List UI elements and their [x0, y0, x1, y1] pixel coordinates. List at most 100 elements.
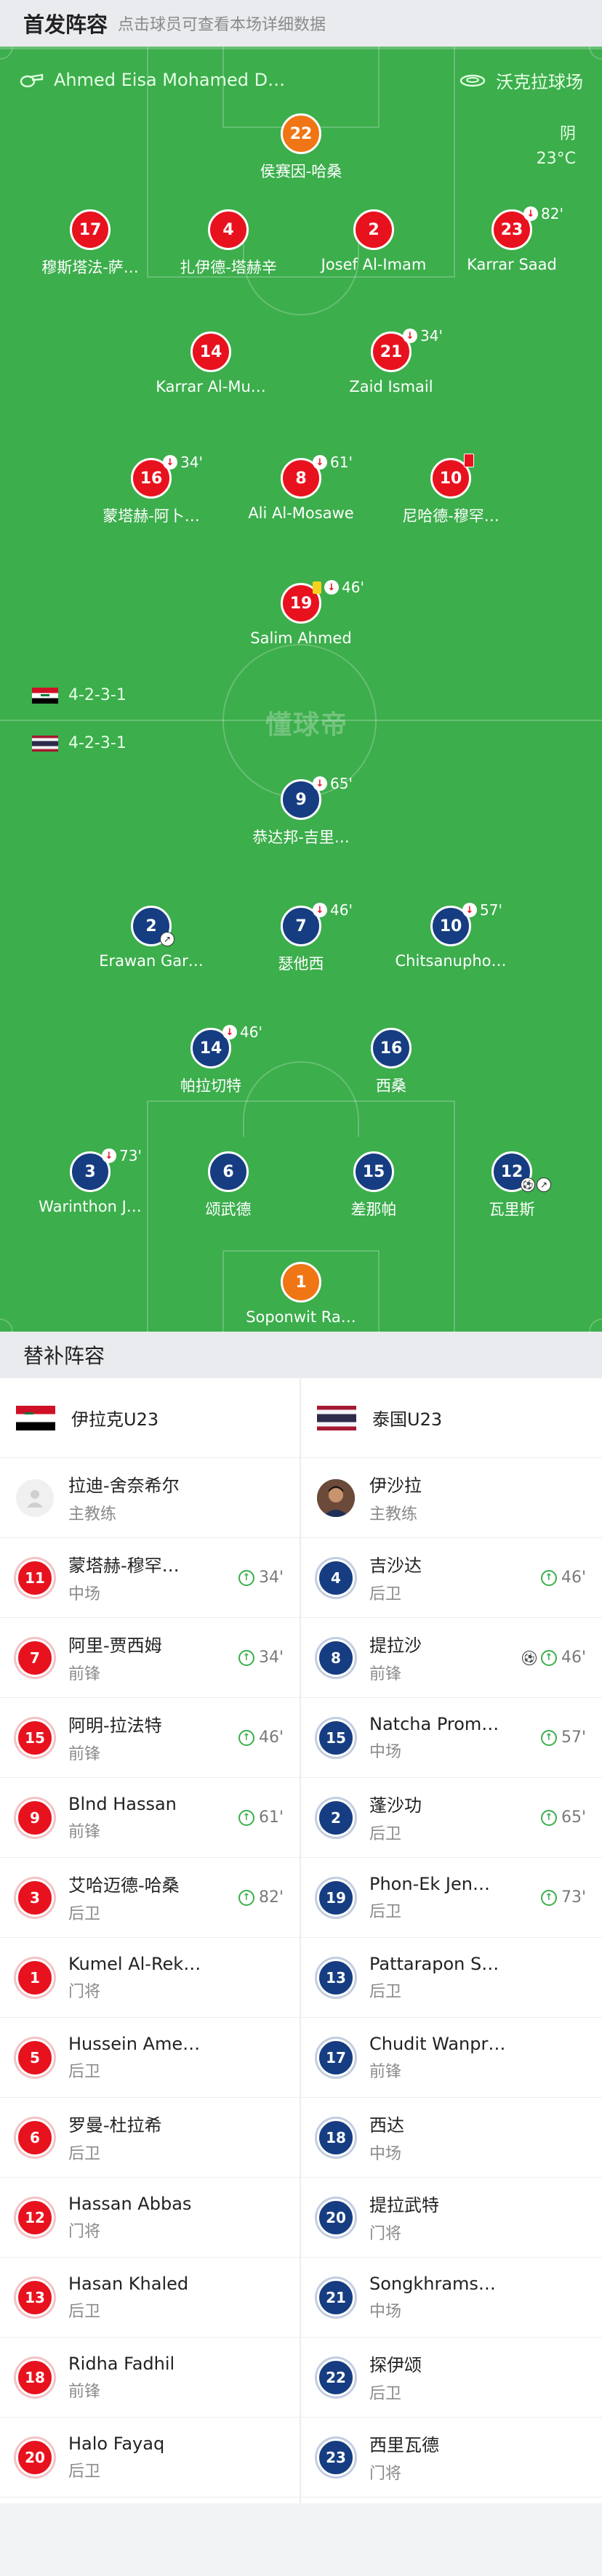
player-badge-wrap: 10 ↓ 57' — [430, 901, 502, 946]
pitch-player[interactable]: 15 差那帕 — [301, 1151, 446, 1220]
pitch-player[interactable]: 10 尼哈德-穆罕… — [378, 454, 523, 526]
weather-condition: 阴 — [559, 125, 576, 143]
coach-role: 主教练 — [68, 1505, 117, 1524]
pitch-player[interactable]: 14 ↓ 46' 帕拉切特 — [138, 1023, 284, 1096]
substitute-row[interactable]: 23 西里瓦德 门将 — [301, 2418, 602, 2497]
substitute-row[interactable]: 18 Ridha Fadhil 前锋 — [0, 2338, 300, 2418]
pitch-player[interactable]: 7 ↓ 46' 瑟他西 — [228, 901, 374, 974]
assist-icon: ↗ — [537, 1178, 551, 1192]
sub-out-minute: 65' — [330, 775, 353, 792]
substitute-row[interactable]: 4 吉沙达 后卫 ↑ 46' — [301, 1538, 602, 1618]
substitute-name: 蒙塔赫-穆罕… — [68, 1555, 180, 1576]
player-event: ↓ 34' — [163, 454, 203, 471]
pitch-player[interactable]: 12 ⚽ ↗ 瓦里斯 — [439, 1151, 585, 1220]
pitch-player[interactable]: 14 Karrar Al-Mu… — [138, 331, 284, 395]
home-coach-row[interactable]: 拉迪-舍奈希尔 主教练 — [0, 1458, 300, 1538]
substitute-position: 后卫 — [369, 2385, 402, 2403]
substitute-row[interactable]: 11 蒙塔赫-穆罕… 中场 ↑ 34' — [0, 1538, 300, 1618]
substitute-row[interactable]: 9 Blnd Hassan 前锋 ↑ 61' — [0, 1778, 300, 1858]
pitch-player[interactable]: 23 ↓ 82' Karrar Saad — [439, 205, 585, 273]
coach-role: 主教练 — [369, 1505, 418, 1524]
pitch-player[interactable]: 16 ↓ 34' 蒙塔赫-阿卜… — [79, 454, 224, 526]
substitute-row[interactable]: 19 Phon-Ek Jen… 后卫 ↑ 73' — [301, 1858, 602, 1938]
substitute-position: 门将 — [68, 2222, 101, 2241]
substitute-name: 吉沙达 — [369, 1555, 422, 1576]
player-event: ↓ 73' — [102, 1147, 142, 1164]
substitute-info: 西达 中场 — [369, 2111, 586, 2164]
pitch-player[interactable]: 17 穆斯塔法-萨… — [17, 209, 163, 278]
player-name: Karrar Al-Mu… — [156, 378, 266, 395]
pitch-player[interactable]: 19 ↓ 46' Salim Ahmed — [228, 579, 374, 647]
player-name: 侯赛因-哈桑 — [260, 163, 342, 180]
player-badge-wrap: 17 — [70, 209, 111, 250]
pitch-player[interactable]: 3 ↓ 73' Warinthon J… — [17, 1147, 163, 1215]
substitute-row[interactable]: 6 罗曼-杜拉希 后卫 — [0, 2098, 300, 2178]
substitute-row[interactable]: 22 探伊颂 后卫 — [301, 2338, 602, 2418]
substitute-info: 提拉武特 门将 — [369, 2191, 586, 2244]
substitute-row[interactable]: 1 Kumel Al-Rek… 门将 — [0, 1938, 300, 2018]
match-info-row: Ahmed Eisa Mohamed D… 沃克拉球场 — [19, 67, 583, 93]
substitute-info: 吉沙达 后卫 — [369, 1551, 541, 1604]
sub-in-minute: 82' — [258, 1888, 284, 1907]
substitute-row[interactable]: 2 蓬沙功 后卫 ↑ 65' — [301, 1778, 602, 1858]
pitch-player[interactable]: 2 ↗ Erawan Gar… — [79, 906, 224, 970]
pitch-player[interactable]: 21 ↓ 34' Zaid Ismail — [318, 327, 464, 395]
substitute-row[interactable]: 15 Natcha Prom… 中场 ↑ 57' — [301, 1698, 602, 1778]
player-badge-wrap: 2 — [353, 209, 394, 250]
substitute-number: 7 — [16, 1638, 54, 1677]
substitute-row[interactable]: 20 Halo Fayaq 后卫 — [0, 2418, 300, 2497]
substitution-out-icon: ↓ — [222, 1025, 237, 1039]
pitch-player[interactable]: 8 ↓ 61' Ali Al-Mosawe — [228, 454, 374, 522]
pitch-player[interactable]: 22 侯赛因-哈桑 — [228, 113, 374, 182]
away-team-header[interactable]: 泰国U23 — [301, 1378, 602, 1458]
substitute-row[interactable]: 21 Songkhrams… 中场 — [301, 2258, 602, 2338]
substitute-row[interactable]: 12 Hassan Abbas 门将 — [0, 2178, 300, 2258]
substitute-row[interactable]: 18 西达 中场 — [301, 2098, 602, 2178]
substitute-name: Hussein Ame… — [68, 2033, 201, 2054]
substitute-number: 23 — [317, 2438, 355, 2476]
substitute-position: 后卫 — [369, 1585, 402, 1603]
player-name: 恭达邦-吉里… — [252, 829, 350, 846]
substitute-row[interactable]: 7 阿里-贾西姆 前锋 ↑ 34' — [0, 1618, 300, 1698]
substitute-info: 艾哈迈德-哈桑 后卫 — [68, 1871, 238, 1924]
away-coach-row[interactable]: 伊沙拉 主教练 — [301, 1458, 602, 1538]
substitute-info: Halo Fayaq 后卫 — [68, 2434, 284, 2482]
substitute-row[interactable]: 13 Hasan Khaled 后卫 — [0, 2258, 300, 2338]
substitute-row[interactable]: 17 Chudit Wanpr… 前锋 — [301, 2018, 602, 2098]
substitute-row[interactable]: 20 提拉武特 门将 — [301, 2178, 602, 2258]
substitute-position: 中场 — [369, 1742, 402, 1761]
away-formation-label: 4-2-3-1 — [68, 734, 127, 752]
pitch-player[interactable]: 9 ↓ 65' 恭达邦-吉里… — [228, 775, 374, 848]
pitch-player[interactable]: 4 扎伊德-塔赫辛 — [156, 209, 301, 278]
substitute-row[interactable]: 13 Pattarapon S… 后卫 — [301, 1938, 602, 2018]
substitute-number: 21 — [317, 2278, 355, 2317]
pitch-player[interactable]: 10 ↓ 57' Chitsanupho… — [378, 901, 523, 970]
substitution-in: ↑ 61' — [238, 1808, 284, 1827]
pitch-player[interactable]: 1 Soponwit Ra… — [228, 1262, 374, 1326]
player-event: ↓ 46' — [313, 579, 364, 596]
substitute-row[interactable]: 15 阿明-拉法特 前锋 ↑ 46' — [0, 1698, 300, 1778]
pitch-player[interactable]: 16 西桑 — [318, 1028, 464, 1096]
substitute-number: 2 — [317, 1798, 355, 1837]
substitute-info: Kumel Al-Rek… 门将 — [68, 1954, 284, 2002]
player-badge-wrap: 22 — [281, 113, 321, 154]
player-corner-events: ↗ — [160, 932, 174, 946]
substitute-info: 罗曼-杜拉希 后卫 — [68, 2111, 284, 2164]
pitch-player[interactable]: 2 Josef Al-Imam — [301, 209, 446, 273]
pitch-player[interactable]: 6 颂武德 — [156, 1151, 301, 1220]
home-team-header[interactable]: 伊拉克U23 — [0, 1378, 300, 1458]
substitute-info: 阿明-拉法特 前锋 — [68, 1711, 238, 1764]
substitute-row[interactable]: 8 提拉沙 前锋 ⚽ ↑ 46' — [301, 1618, 602, 1698]
substitute-row[interactable]: 5 Hussein Ame… 后卫 — [0, 2018, 300, 2098]
player-number: 6 — [208, 1151, 249, 1192]
player-event: ↓ 65' — [313, 775, 353, 792]
substitute-info: Natcha Prom… 中场 — [369, 1714, 541, 1762]
substitute-row[interactable]: 3 艾哈迈德-哈桑 后卫 ↑ 82' — [0, 1858, 300, 1938]
player-badge-wrap: 16 ↓ 34' — [131, 454, 203, 499]
player-name: Zaid Ismail — [349, 378, 433, 395]
player-name: 颂武德 — [205, 1201, 252, 1218]
player-badge-wrap: 8 ↓ 61' — [281, 454, 353, 499]
player-badge-wrap: 14 — [190, 331, 231, 372]
substitution-in: ↑ 82' — [238, 1888, 284, 1907]
substitution-in: ↑ 46' — [238, 1728, 284, 1747]
